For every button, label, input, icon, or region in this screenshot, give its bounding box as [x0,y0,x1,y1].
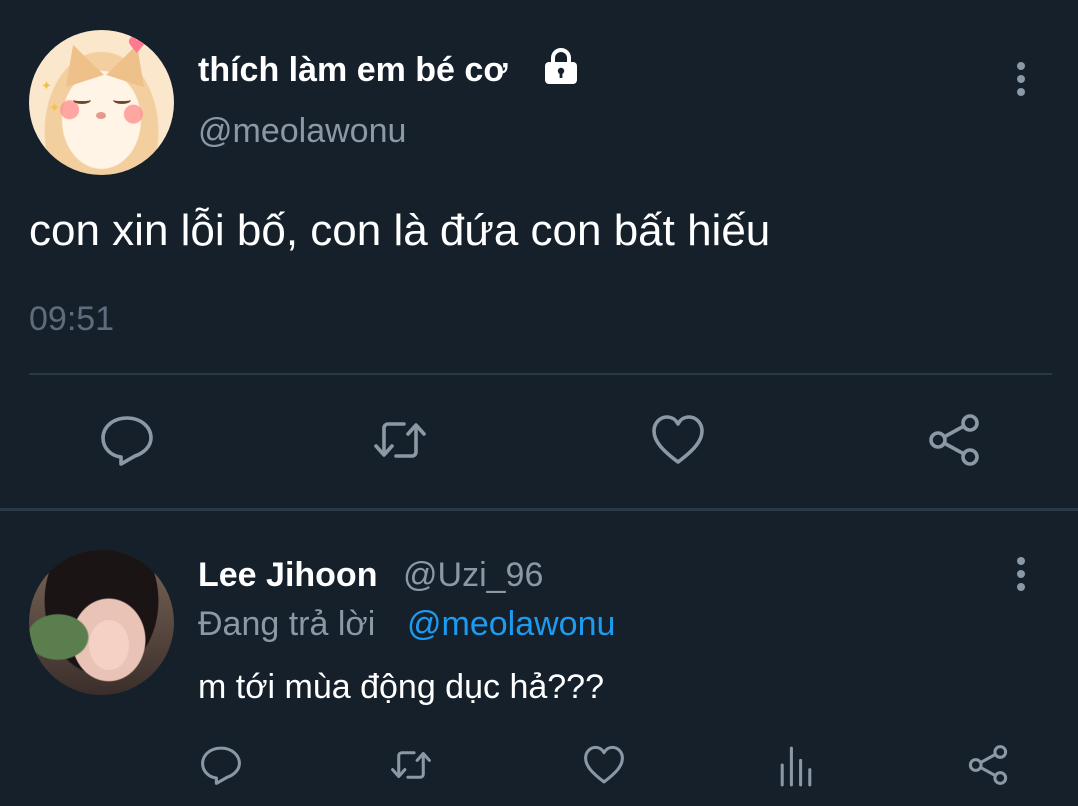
retweet-icon [391,751,431,779]
retweet-button[interactable] [370,410,430,470]
reply-text: m tới mùa động dục hả??? [198,668,604,706]
author-avatar[interactable]: ♥ ✦ ✦ [29,30,174,175]
reply-author-handle[interactable]: @Uzi_96 [403,554,543,596]
share-button[interactable] [924,410,984,470]
like-button[interactable] [648,410,708,470]
reply-retweet-button[interactable] [388,742,434,788]
reply-like-button[interactable] [581,742,627,788]
section-divider [0,508,1078,511]
reply-reply-button[interactable] [198,742,244,788]
avatar-eye-right [113,96,131,104]
more-vertical-icon[interactable] [1008,555,1034,595]
author-handle[interactable]: @meolawonu [198,110,406,152]
lock-icon [541,46,581,86]
reply-button[interactable] [97,410,157,470]
avatar-nose [96,112,106,119]
avatar-eye-left [73,96,91,104]
share-icon [929,414,979,466]
reply-analytics-button[interactable] [773,742,819,788]
reply-share-button[interactable] [965,742,1011,788]
heart-icon [652,415,704,464]
reply-author-avatar[interactable] [29,550,174,695]
tweet-text: con xin lỗi bố, con là đứa con bất hiếu [29,206,771,255]
divider [29,373,1052,375]
replying-to-mention-link[interactable]: @meolawonu [407,603,615,645]
retweet-icon [374,422,426,458]
tweet-timestamp[interactable]: 09:51 [29,298,114,340]
avatar-sparkle: ✦ [49,101,60,116]
reply-icon [201,746,241,785]
avatar-heart-sticker: ♥ [127,34,147,59]
analytics-icon [780,746,812,787]
replying-to-label: Đang trả lời [198,605,376,643]
author-display-name[interactable]: thích làm em bé cơ [198,49,508,91]
heart-icon [584,745,624,784]
more-vertical-icon[interactable] [1008,60,1034,100]
share-icon [968,745,1008,785]
avatar-ear-left [54,38,104,88]
reply-icon [101,416,153,466]
avatar-face [89,620,129,670]
avatar-sparkle: ✦ [41,79,52,94]
reply-author-display-name[interactable]: Lee Jihoon [198,554,377,596]
